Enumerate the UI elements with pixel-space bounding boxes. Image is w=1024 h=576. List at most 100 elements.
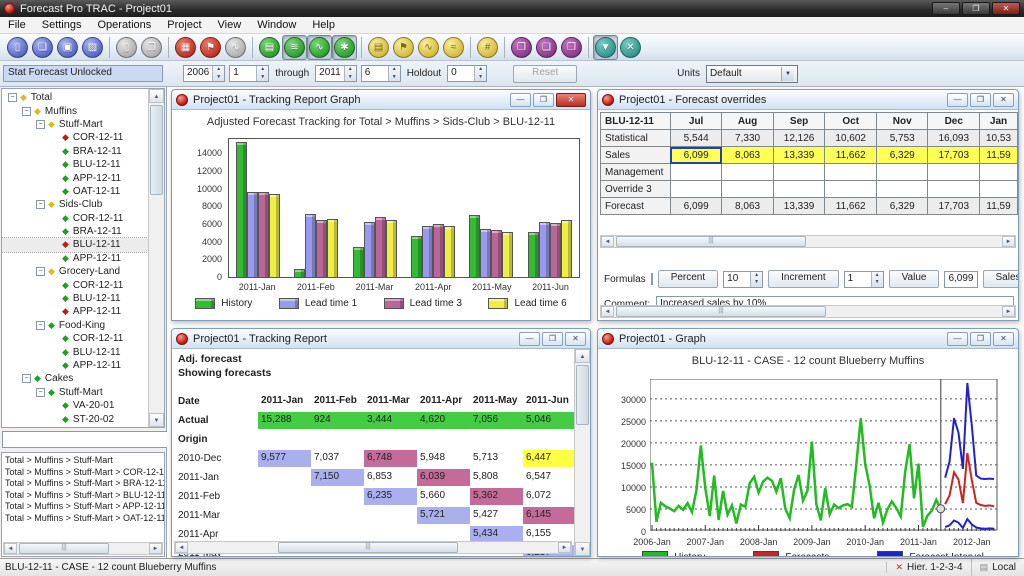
menu-item-operations[interactable]: Operations xyxy=(89,18,159,32)
data-cell[interactable]: 10,53 xyxy=(980,130,1018,147)
menu-item-file[interactable]: File xyxy=(0,18,34,32)
start-period-spinner[interactable]: 1▲▼ xyxy=(229,65,269,82)
new-project-icon[interactable]: ▯ xyxy=(7,37,28,58)
collapse-icon[interactable]: − xyxy=(36,321,45,330)
numbers-grid-icon[interactable]: # xyxy=(477,37,498,58)
data-cell[interactable]: 8,063 xyxy=(722,198,773,215)
data-cell[interactable] xyxy=(877,181,928,198)
tracking-graph-titlebar[interactable]: Project01 - Tracking Report Graph — ❐ ✕ xyxy=(172,90,590,110)
list-item[interactable]: Total > Muffins > Stuff-Mart > BLU-12-11 xyxy=(2,490,164,502)
tree-item-app-12-11[interactable]: ◆APP-12-11 xyxy=(2,171,148,184)
tools-icon[interactable]: ✕ xyxy=(620,37,641,58)
save-views-icon[interactable]: ❒ xyxy=(561,37,582,58)
tree-item-cor-12-11[interactable]: ◆COR-12-11 xyxy=(2,131,148,144)
list-item[interactable]: Total > Muffins > Stuff-Mart > APP-12-11 xyxy=(2,501,164,513)
minimize-button[interactable]: — xyxy=(510,93,531,107)
menu-item-window[interactable]: Window xyxy=(249,18,304,32)
collapse-icon[interactable]: − xyxy=(36,200,45,209)
data-cell[interactable]: 11,59 xyxy=(980,147,1018,164)
reset-button[interactable]: Reset xyxy=(513,65,577,83)
tree-item-total[interactable]: −◆Total xyxy=(2,91,148,104)
units-select[interactable]: Default▼ xyxy=(706,65,798,83)
copy-view-icon[interactable]: ❐ xyxy=(511,37,532,58)
minimize-button[interactable]: — xyxy=(947,332,968,346)
data-cell[interactable]: 6,099 xyxy=(670,198,721,215)
tree-scrollbar[interactable]: ▲▼ xyxy=(148,89,164,427)
spin-up-icon[interactable]: ▲ xyxy=(345,66,356,74)
tree-item-cor-12-11[interactable]: ◆COR-12-11 xyxy=(2,212,148,225)
tree-item-blu-12-11[interactable]: ◆BLU-12-11 xyxy=(2,238,148,251)
tree-item-stuff-mart[interactable]: −◆Stuff-Mart xyxy=(2,118,148,131)
tracking-report-titlebar[interactable]: Project01 - Tracking Report — ❐ ✕ xyxy=(172,329,590,349)
data-cell[interactable]: 5,544 xyxy=(670,130,721,147)
tracking-graph-icon[interactable]: ≈ xyxy=(443,37,464,58)
tree-item-cor-12-11[interactable]: ◆COR-12-11 xyxy=(2,278,148,291)
start-year-spinner[interactable]: 2006▲▼ xyxy=(183,65,225,82)
close-button[interactable]: ✕ xyxy=(993,332,1014,346)
tree-item-cor-12-11[interactable]: ◆COR-12-11 xyxy=(2,332,148,345)
tree-item-blu-12-11[interactable]: ◆BLU-12-11 xyxy=(2,292,148,305)
data-cell[interactable]: 10,602 xyxy=(825,130,877,147)
data-cell[interactable]: 17,703 xyxy=(928,147,980,164)
close-button[interactable]: ✕ xyxy=(556,93,586,107)
data-cell[interactable] xyxy=(825,164,877,181)
tree-item-oat-12-11[interactable]: ◆OAT-12-11 xyxy=(2,185,148,198)
data-cell[interactable]: 11,59 xyxy=(980,198,1018,215)
overrides-scrollbar-top[interactable]: ◄|||► xyxy=(600,235,1016,248)
data-cell[interactable] xyxy=(773,164,825,181)
spin-down-icon[interactable]: ▼ xyxy=(345,74,356,82)
calendar-icon[interactable]: ▦ xyxy=(175,37,196,58)
list-item[interactable]: Total > Muffins > Stuff-Mart xyxy=(2,455,164,467)
results-scrollbar[interactable]: ◄|||► xyxy=(3,542,163,555)
data-cell[interactable]: 13,339 xyxy=(773,147,825,164)
tree-item-blu-12-11[interactable]: ◆BLU-12-11 xyxy=(2,158,148,171)
restore-button[interactable]: ❐ xyxy=(533,93,554,107)
restore-button[interactable]: ❐ xyxy=(542,332,563,346)
tree-item-grocery-land[interactable]: −◆Grocery-Land xyxy=(2,265,148,278)
restore-button[interactable]: ❐ xyxy=(970,332,991,346)
increment-spinner[interactable]: 1▲▼ xyxy=(844,271,884,288)
menu-item-project[interactable]: Project xyxy=(159,18,209,32)
data-cell[interactable]: 6,329 xyxy=(877,147,928,164)
list-item[interactable]: Total > Muffins > Stuff-Mart > COR-12-11 xyxy=(2,467,164,479)
close-button[interactable]: ✕ xyxy=(992,2,1020,15)
tree-item-va-20-01[interactable]: ◆VA-20-01 xyxy=(2,399,148,412)
list-item[interactable]: Total > Muffins > Stuff-Mart > BRA-12-11 xyxy=(2,478,164,490)
tree-item-app-12-11[interactable]: ◆APP-12-11 xyxy=(2,359,148,372)
tracking-vscroll[interactable]: ▲▼ xyxy=(574,349,590,556)
overrides-scrollbar-bottom[interactable]: ◄|||► xyxy=(600,305,1016,318)
data-cell[interactable]: 8,063 xyxy=(722,147,773,164)
import-data-icon[interactable]: ▨ xyxy=(82,37,103,58)
data-cell[interactable] xyxy=(825,181,877,198)
paw-icon[interactable]: ✱ xyxy=(334,37,355,58)
restore-button[interactable]: ❐ xyxy=(970,93,991,107)
minimize-button[interactable]: — xyxy=(947,93,968,107)
copy-icon[interactable]: ❐ xyxy=(141,37,162,58)
collapse-icon[interactable]: − xyxy=(8,93,17,102)
formulas-checkbox[interactable] xyxy=(651,273,653,285)
spin-down-icon[interactable]: ▼ xyxy=(213,74,224,82)
spin-up-icon[interactable]: ▲ xyxy=(257,66,268,74)
spin-down-icon[interactable]: ▼ xyxy=(389,74,400,82)
tracking-report-icon[interactable]: ▤ xyxy=(368,37,389,58)
percent-button[interactable]: Percent xyxy=(658,270,718,288)
data-cell[interactable]: 6,099 xyxy=(670,147,721,164)
search-input[interactable] xyxy=(2,431,181,448)
collapse-icon[interactable]: − xyxy=(22,374,31,383)
minimize-button[interactable]: – xyxy=(932,2,960,15)
data-cell[interactable]: 5,753 xyxy=(877,130,928,147)
data-cell[interactable]: 11,662 xyxy=(825,147,877,164)
data-cell[interactable]: 7,330 xyxy=(722,130,773,147)
end-period-spinner[interactable]: 6▲▼ xyxy=(361,65,401,82)
close-button[interactable]: ✕ xyxy=(993,93,1014,107)
refit-icon[interactable]: ∿ xyxy=(225,37,246,58)
target-select[interactable]: Sales xyxy=(983,270,1019,288)
data-cell[interactable]: 17,703 xyxy=(928,198,980,215)
spin-up-icon[interactable]: ▲ xyxy=(213,66,224,74)
maximize-button[interactable]: ❐ xyxy=(962,2,990,15)
increment-button[interactable]: Increment xyxy=(768,270,838,288)
data-cell[interactable]: 13,339 xyxy=(773,198,825,215)
tree-item-app-12-11[interactable]: ◆APP-12-11 xyxy=(2,252,148,265)
tree-item-muffins[interactable]: −◆Muffins xyxy=(2,104,148,117)
data-cell[interactable] xyxy=(722,164,773,181)
